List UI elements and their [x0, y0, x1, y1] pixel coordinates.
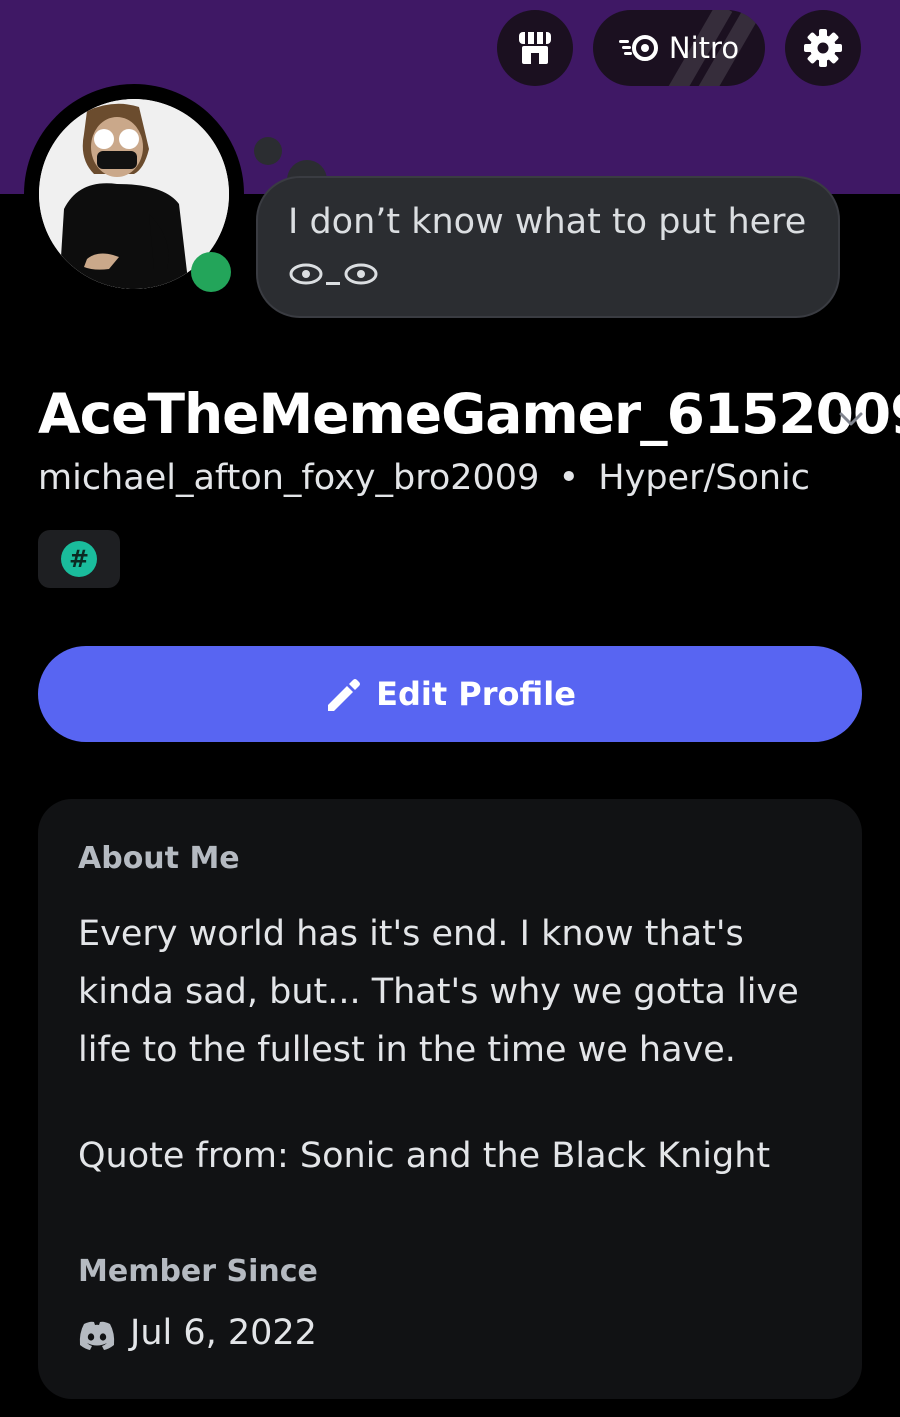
- username-line: michael_afton_foxy_bro2009 • Hyper/Sonic: [38, 458, 810, 498]
- discord-icon: [79, 1321, 115, 1350]
- about-me-text: Every world has it's end. I know that's …: [78, 914, 799, 1070]
- gear-icon: [804, 29, 842, 67]
- member-since-date: Jul 6, 2022: [130, 1313, 317, 1353]
- member-since-heading: Member Since: [78, 1254, 318, 1289]
- edit-profile-button[interactable]: Edit Profile: [38, 646, 862, 742]
- about-card: About Me Member Since: [38, 799, 862, 1399]
- shop-button[interactable]: [497, 10, 573, 86]
- separator-dot: •: [558, 458, 580, 498]
- shop-icon: [519, 32, 551, 64]
- username: michael_afton_foxy_bro2009: [38, 458, 540, 498]
- server-tag-badge[interactable]: #: [38, 530, 120, 588]
- bubble-tail-dot: [254, 137, 282, 165]
- custom-status-emote: [289, 263, 378, 285]
- pronouns: Hyper/Sonic: [598, 458, 811, 498]
- chevron-down-icon[interactable]: [836, 404, 866, 434]
- pencil-icon: [328, 679, 361, 711]
- about-me-heading: About Me: [78, 841, 240, 876]
- nitro-label: Nitro: [668, 31, 740, 65]
- online-status-indicator: [191, 252, 231, 292]
- display-name: AceTheMemeGamer_6152009: [38, 382, 900, 446]
- hash-icon: #: [61, 541, 97, 577]
- settings-button[interactable]: [785, 10, 861, 86]
- edit-profile-label: Edit Profile: [376, 675, 576, 713]
- custom-status-bubble[interactable]: I don’t know what to put here: [256, 176, 840, 318]
- custom-status-text: I don’t know what to put here: [288, 202, 807, 242]
- nitro-button[interactable]: Nitro: [593, 10, 765, 86]
- nitro-icon: [618, 35, 658, 61]
- about-me-quote: Quote from: Sonic and the Black Knight: [78, 1136, 771, 1176]
